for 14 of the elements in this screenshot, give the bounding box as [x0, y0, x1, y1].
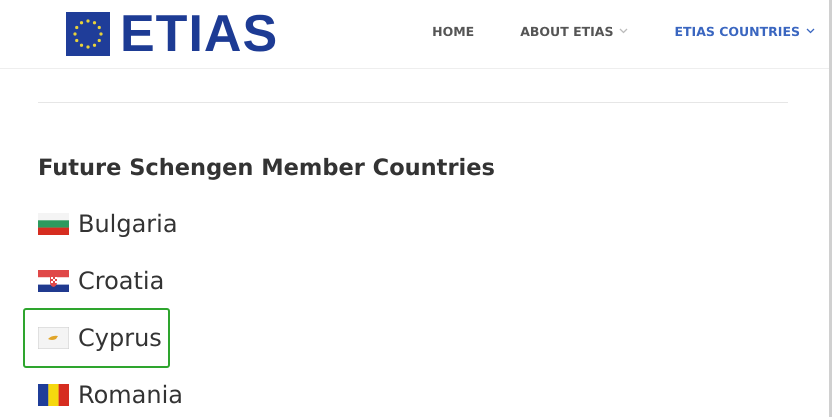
logo-text[interactable]: ETIAS — [120, 8, 278, 60]
country-link[interactable]: Bulgaria — [78, 210, 178, 238]
flag-icon — [38, 270, 69, 292]
section-heading: Future Schengen Member Countries — [38, 155, 496, 182]
flag-icon — [38, 213, 69, 235]
flag-icon — [38, 384, 69, 406]
nav-link[interactable]: HOME — [432, 24, 474, 38]
flag-icon — [38, 327, 69, 349]
country-link[interactable]: Romania — [78, 381, 183, 409]
nav-link[interactable]: ABOUT ETIAS — [520, 24, 628, 38]
eu-flag-icon — [66, 12, 110, 56]
country-link[interactable]: Cyprus — [78, 324, 162, 352]
nav-link[interactable]: ETIAS COUNTRIES — [674, 24, 815, 38]
country-link[interactable]: Croatia — [78, 267, 164, 295]
